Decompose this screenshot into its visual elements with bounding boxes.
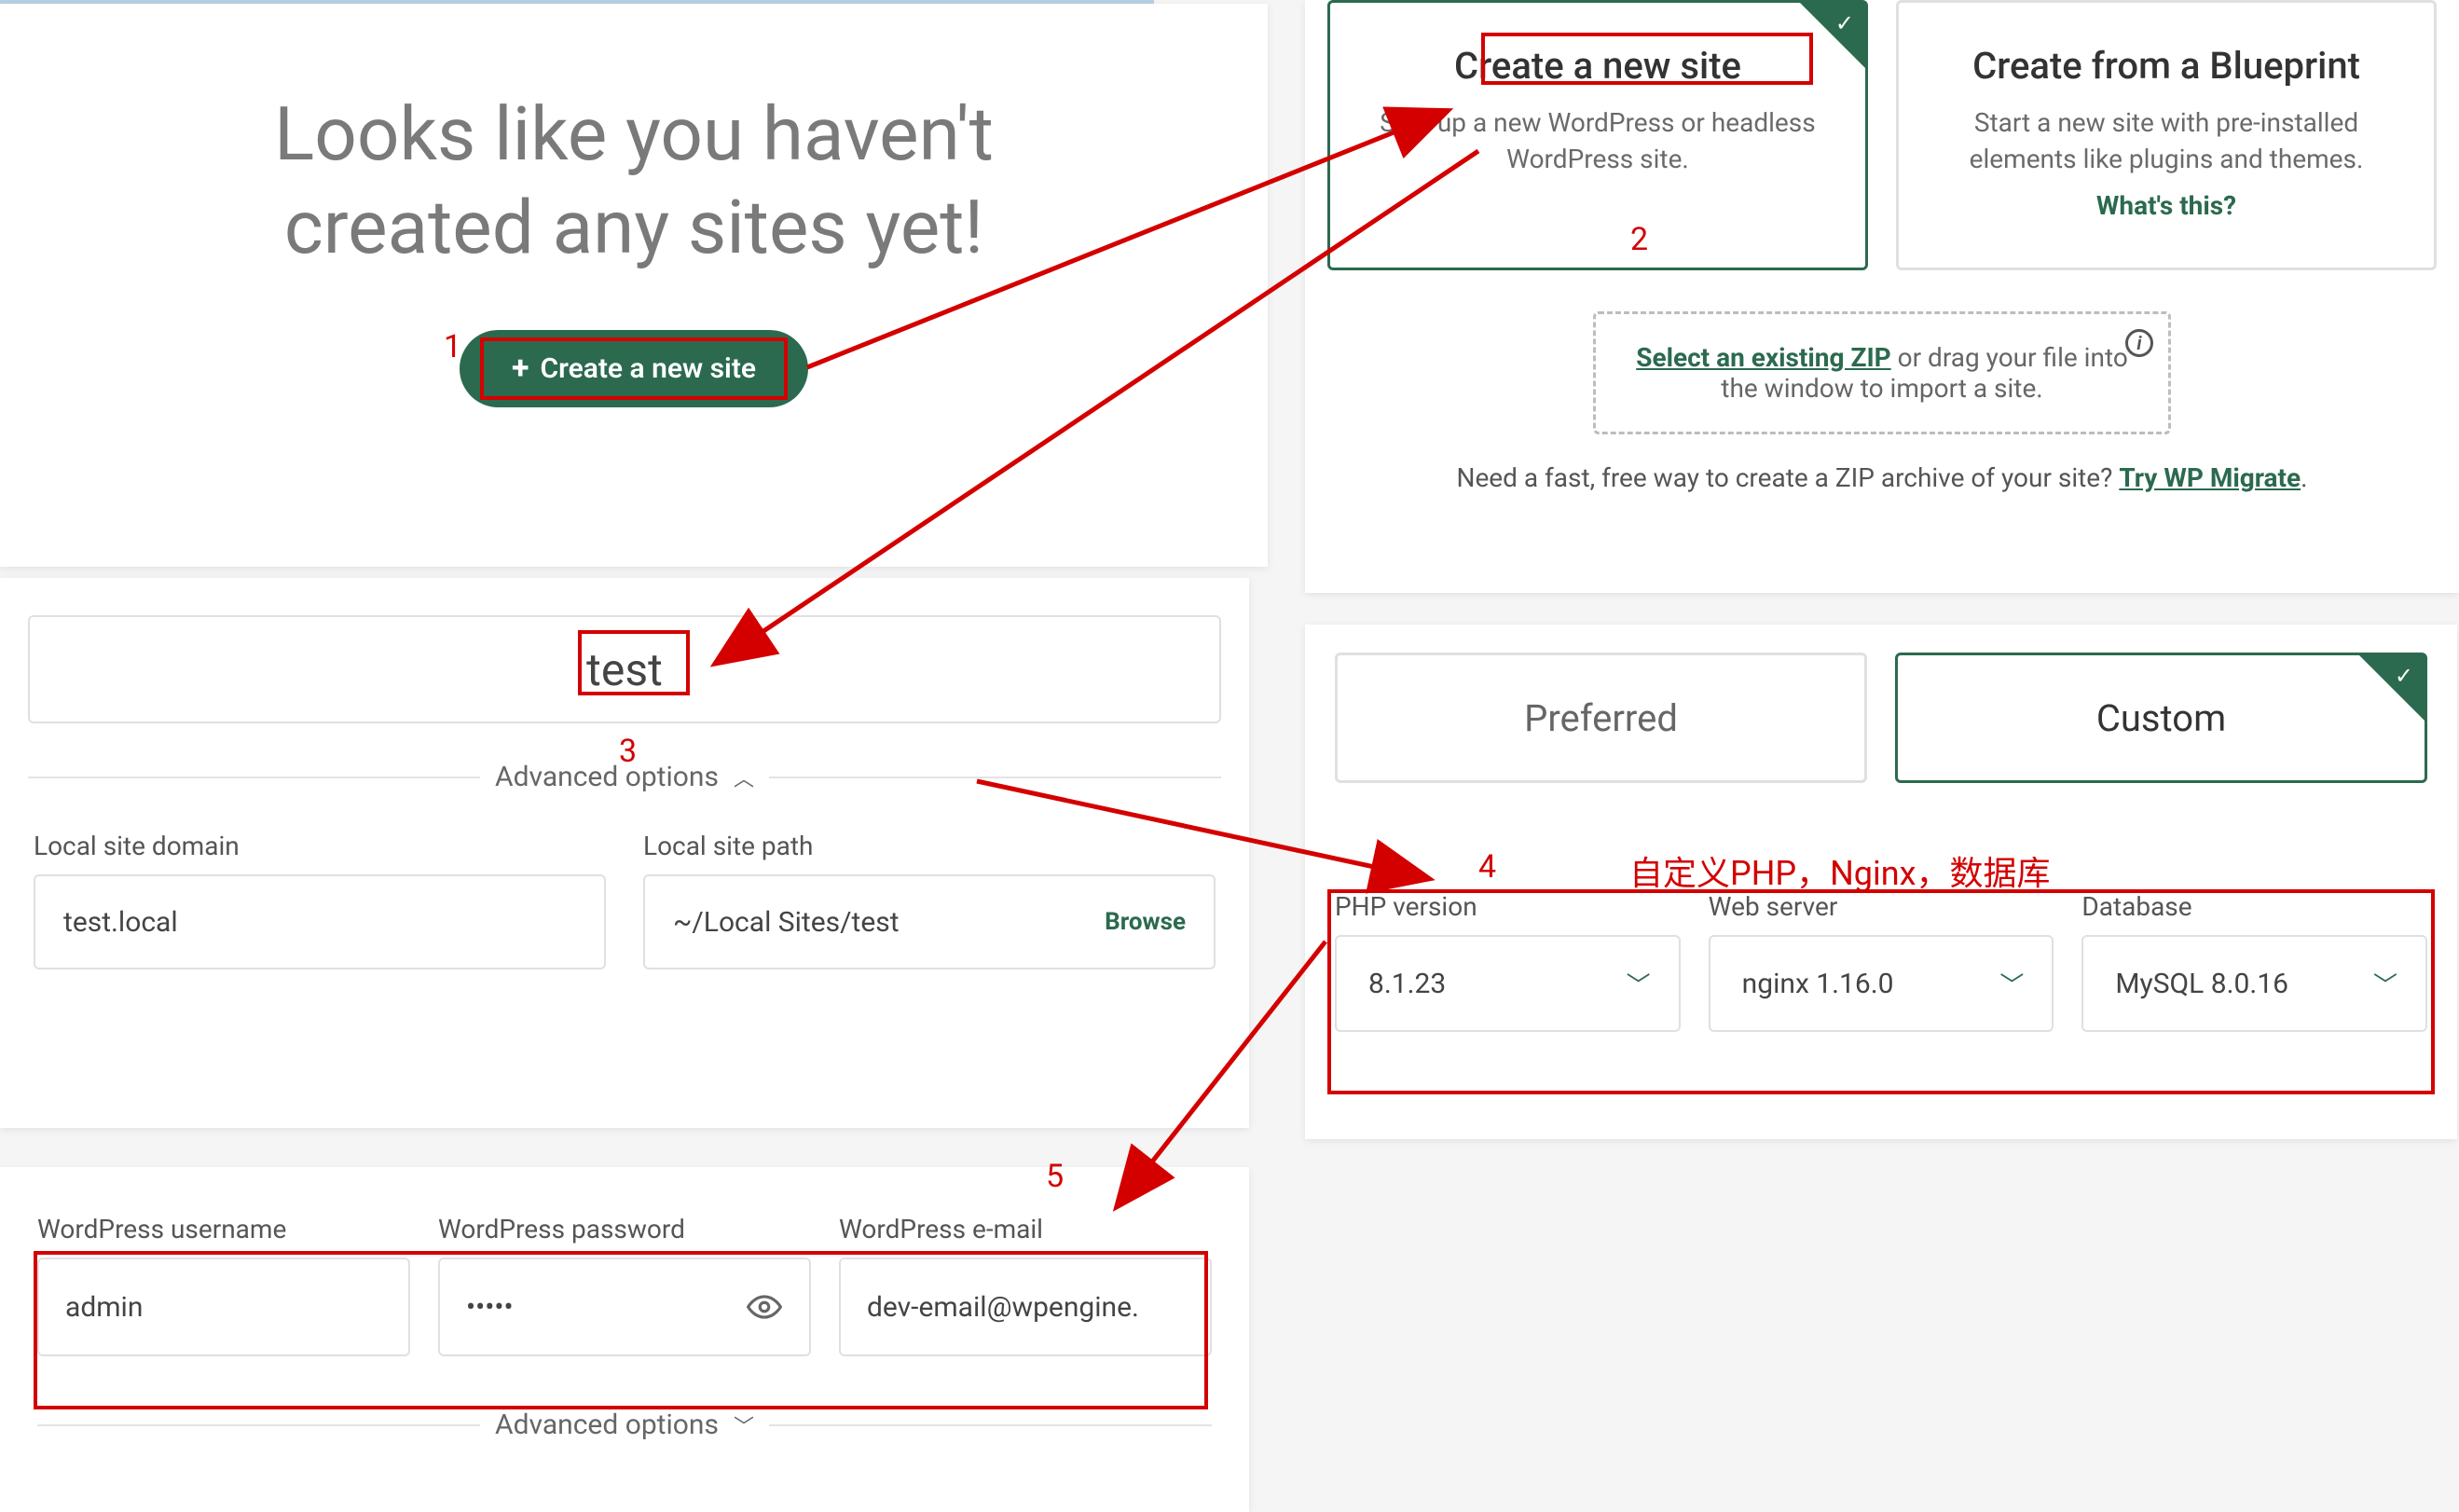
path-label: Local site path <box>643 831 1216 861</box>
php-select[interactable]: 8.1.23 ﹀ <box>1335 935 1681 1032</box>
path-input[interactable]: ~/Local Sites/test Browse <box>643 874 1216 969</box>
card-blueprint-title: Create from a Blueprint <box>1927 44 2406 88</box>
chevron-down-icon: ﹀ <box>1999 967 2024 1001</box>
check-icon: ✓ <box>1835 10 1854 36</box>
selected-corner <box>1800 3 1865 68</box>
browse-button[interactable]: Browse <box>1105 908 1186 936</box>
tab-custom[interactable]: ✓ Custom <box>1895 653 2427 783</box>
chevron-down-icon: ﹀ <box>1627 967 1651 1001</box>
check-icon: ✓ <box>2395 663 2413 689</box>
card-create-blueprint[interactable]: Create from a Blueprint Start a new site… <box>1896 0 2437 270</box>
advanced-options-toggle-2[interactable]: Advanced options ﹀ <box>37 1409 1212 1441</box>
eye-icon[interactable] <box>746 1288 783 1326</box>
card-blueprint-desc: Start a new site with pre-installed elem… <box>1927 104 2406 177</box>
create-site-button[interactable]: + Create a new site <box>460 330 808 407</box>
environment-panel: Preferred ✓ Custom 4 自定义PHP，Nginx，数据库 PH… <box>1305 625 2457 1139</box>
card-create-new-site[interactable]: ✓ Create a new site Spin up a new WordPr… <box>1327 0 1868 270</box>
wp-credentials-panel: 5 WordPress username admin WordPress pas… <box>0 1167 1249 1512</box>
domain-label: Local site domain <box>34 831 606 861</box>
step-5-annotation: 5 <box>1046 1158 1064 1195</box>
card-new-desc: Spin up a new WordPress or headless Word… <box>1358 104 1837 177</box>
site-name-input[interactable]: test <box>28 615 1221 723</box>
chevron-up-icon: ︿ <box>734 763 754 792</box>
wp-username-input[interactable]: admin <box>37 1258 410 1356</box>
step-2-annotation: 2 <box>1630 221 1648 258</box>
card-new-title: Create a new site <box>1358 44 1837 88</box>
step-3-annotation: 3 <box>619 733 637 770</box>
custom-note-annotation: 自定义PHP，Nginx，数据库 <box>1629 846 2051 895</box>
domain-input[interactable]: test.local <box>34 874 606 969</box>
create-options-panel: ✓ Create a new site Spin up a new WordPr… <box>1305 0 2459 593</box>
zip-dropzone[interactable]: i Select an existing ZIP or drag your fi… <box>1593 311 2171 434</box>
chevron-down-icon: ﹀ <box>734 1410 754 1440</box>
site-name-panel: test 3 Advanced options ︿ Local site dom… <box>0 578 1249 1128</box>
info-icon[interactable]: i <box>2125 329 2153 357</box>
db-label: Database <box>2081 891 2427 922</box>
tab-preferred[interactable]: Preferred <box>1335 653 1867 783</box>
wp-username-label: WordPress username <box>37 1214 410 1244</box>
step-4-annotation: 4 <box>1478 848 1496 886</box>
plus-icon: + <box>512 356 529 381</box>
webserver-select[interactable]: nginx 1.16.0 ﹀ <box>1709 935 2054 1032</box>
selected-corner <box>2359 655 2425 721</box>
create-site-button-label: Create a new site <box>540 352 756 385</box>
wp-migrate-link[interactable]: Try WP Migrate <box>2119 462 2301 493</box>
empty-state-headline: Looks like you haven't created any sites… <box>0 88 1268 274</box>
wp-password-input[interactable]: ••••• <box>438 1258 811 1356</box>
empty-state-panel: Looks like you haven't created any sites… <box>0 4 1268 567</box>
wp-password-label: WordPress password <box>438 1214 811 1244</box>
web-label: Web server <box>1709 891 2054 922</box>
chevron-down-icon: ﹀ <box>2373 967 2397 1001</box>
step-1-annotation: 1 <box>444 328 461 365</box>
whats-this-link[interactable]: What's this? <box>2096 190 2236 221</box>
zip-footer: Need a fast, free way to create a ZIP ar… <box>1327 462 2437 493</box>
wp-email-label: WordPress e-mail <box>839 1214 1212 1244</box>
database-select[interactable]: MySQL 8.0.16 ﹀ <box>2081 935 2427 1032</box>
php-label: PHP version <box>1335 891 1681 922</box>
wp-email-input[interactable]: dev-email@wpengine. <box>839 1258 1212 1356</box>
select-zip-link[interactable]: Select an existing ZIP <box>1636 342 1890 373</box>
